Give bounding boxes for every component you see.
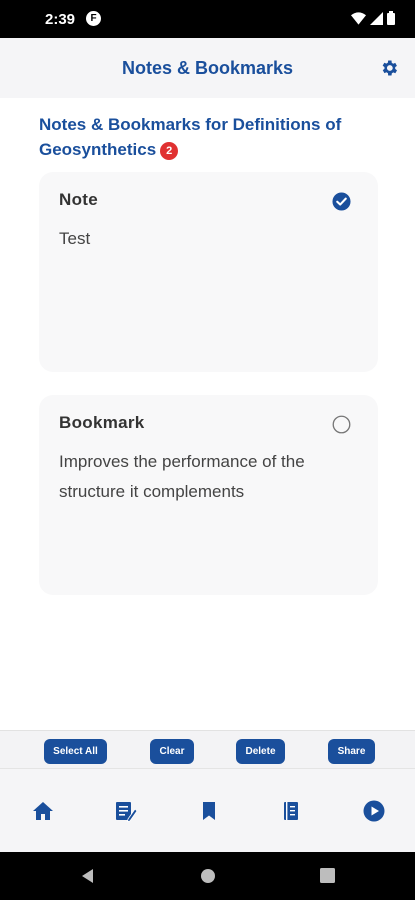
notification-app-icon: F	[86, 11, 101, 26]
back-icon[interactable]	[80, 868, 96, 884]
card-text: Improves the performance of the structur…	[59, 452, 305, 501]
bookmark-card[interactable]: Bookmark Improves the performance of the…	[39, 395, 378, 595]
share-button[interactable]: Share	[328, 739, 375, 764]
note-card[interactable]: Note Test	[39, 172, 378, 372]
checked-circle-icon[interactable]	[332, 192, 351, 211]
page-title-text: Notes & Bookmarks for Definitions of Geo…	[39, 115, 342, 159]
bookmark-icon[interactable]	[197, 799, 221, 823]
notes-edit-icon[interactable]	[114, 799, 138, 823]
card-text: Test	[59, 229, 91, 248]
header-title: Notes & Bookmarks	[121, 58, 294, 78]
settings-gear-icon[interactable]	[379, 58, 399, 78]
status-bar: 2:39 F	[0, 0, 415, 38]
battery-icon	[387, 11, 395, 25]
clear-button[interactable]: Clear	[150, 739, 194, 764]
home-icon[interactable]	[31, 799, 55, 823]
card-type-label: Bookmark	[59, 413, 145, 432]
action-bar: Select All Clear Delete Share	[0, 730, 415, 768]
status-icons	[351, 11, 395, 25]
system-nav-bar	[0, 852, 415, 900]
unchecked-circle-icon[interactable]	[332, 415, 351, 434]
page-title: Notes & Bookmarks for Definitions of Geo…	[39, 112, 379, 162]
recents-icon[interactable]	[320, 868, 335, 883]
delete-button[interactable]: Delete	[236, 739, 285, 764]
card-type-label: Note	[59, 190, 98, 209]
select-all-button[interactable]: Select All	[44, 739, 107, 764]
app-header: Notes & Bookmarks	[0, 38, 415, 98]
book-icon[interactable]	[279, 799, 303, 823]
signal-icon	[370, 11, 383, 25]
status-time: 2:39	[45, 11, 76, 28]
wifi-icon	[351, 11, 366, 25]
home-circle-icon[interactable]	[200, 868, 216, 884]
play-icon[interactable]	[362, 799, 386, 823]
bottom-nav	[0, 768, 415, 852]
count-badge: 2	[160, 142, 179, 160]
